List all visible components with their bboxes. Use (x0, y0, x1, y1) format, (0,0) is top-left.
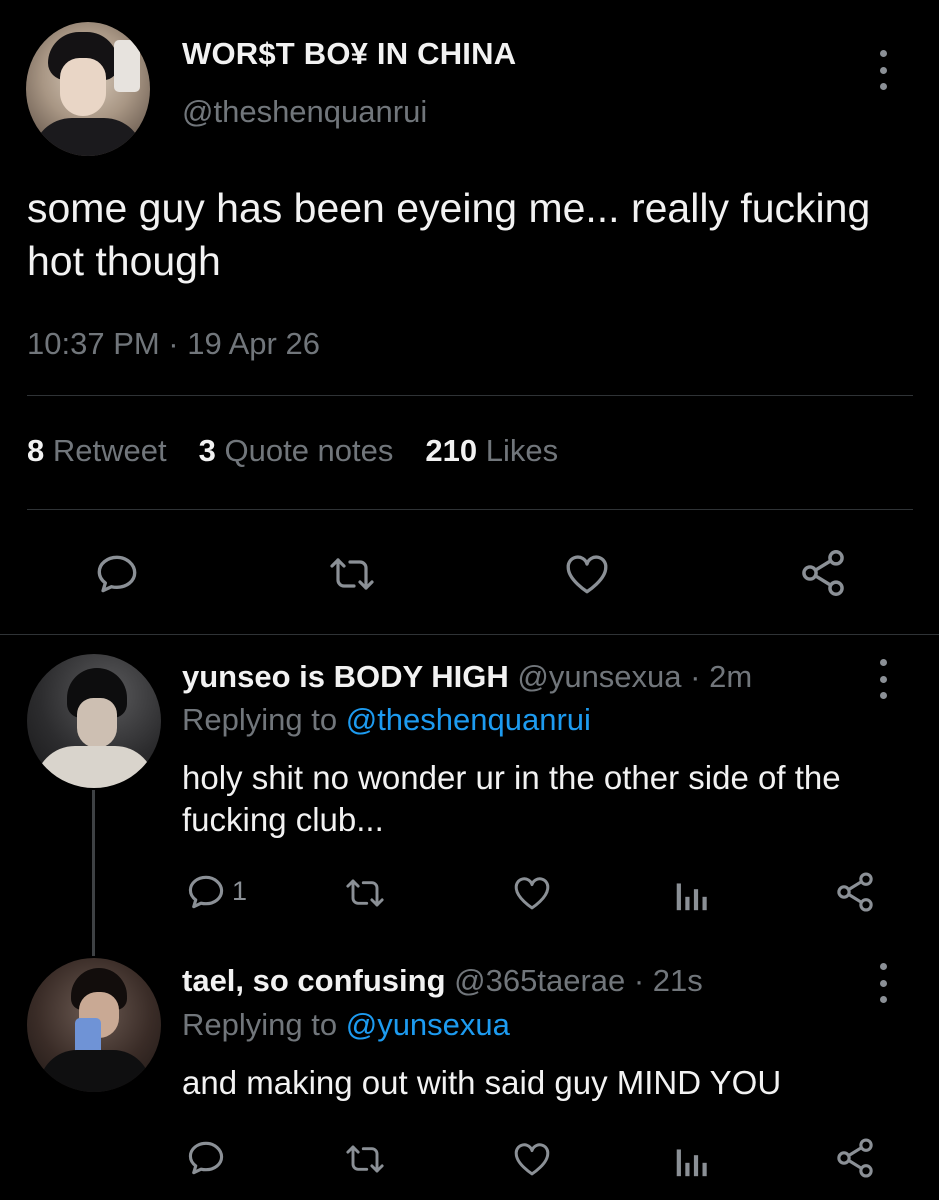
reply-handle-time[interactable]: @365taerae · 21s (454, 963, 703, 998)
likes-label: Likes (485, 433, 559, 468)
divider (27, 509, 913, 510)
retweet-count: 8 (27, 433, 45, 468)
more-options-icon[interactable] (878, 963, 888, 1003)
divider (27, 395, 913, 396)
share-icon[interactable] (833, 1136, 877, 1180)
author-avatar[interactable] (26, 22, 150, 156)
replying-to-label: Replying to (182, 1007, 346, 1042)
reply-text: holy shit no wonder ur in the other side… (182, 759, 841, 838)
replying-to-line: Replying to @theshenquanrui (182, 702, 591, 738)
retweet-label: Retweet (52, 433, 167, 468)
reply-header: tael, so confusing @365taerae · 21s (182, 963, 703, 999)
reply-icon[interactable] (184, 1136, 228, 1180)
retweet-icon[interactable] (341, 1138, 389, 1180)
tweet-timestamp[interactable]: 10:37 PM · 19 Apr 26 (27, 326, 320, 362)
author-display-name[interactable]: WOR$T BO¥ IN CHINA (182, 36, 516, 72)
analytics-icon[interactable] (672, 872, 712, 914)
tweet-text: some guy has been eyeing me... really fu… (27, 185, 871, 284)
share-icon[interactable] (797, 547, 849, 599)
author-handle[interactable]: @theshenquanrui (182, 94, 427, 130)
divider (0, 634, 939, 635)
likes-stat[interactable]: 210 Likes (425, 433, 558, 469)
reply-display-name[interactable]: tael, so confusing (182, 963, 446, 998)
analytics-icon[interactable] (672, 1138, 712, 1180)
reply-icon[interactable] (184, 870, 228, 914)
likes-count: 210 (425, 433, 478, 468)
reply-display-name[interactable]: yunseo is BODY HIGH (182, 659, 509, 694)
reply-count: 1 (232, 876, 248, 906)
like-icon[interactable] (510, 872, 554, 914)
quote-count: 3 (198, 433, 216, 468)
retweet-icon[interactable] (341, 872, 389, 914)
replying-to-label: Replying to (182, 702, 346, 737)
quote-stat[interactable]: 3 Quote notes (199, 433, 394, 469)
quote-label: Quote notes (224, 433, 394, 468)
reply-header: yunseo is BODY HIGH @yunsexua · 2m (182, 659, 752, 695)
reply-avatar[interactable] (27, 654, 161, 788)
reply-handle-time[interactable]: @yunsexua · 2m (517, 659, 752, 694)
retweet-icon[interactable] (324, 549, 380, 599)
retweet-stat[interactable]: 8 Retweet (27, 433, 167, 469)
like-icon[interactable] (561, 549, 613, 599)
tweet-stats: 8 Retweet 3 Quote notes 210 Likes (27, 433, 558, 469)
like-icon[interactable] (510, 1138, 554, 1180)
reply-text: and making out with said guy MIND YOU (182, 1064, 782, 1101)
reply-avatar[interactable] (27, 958, 161, 1092)
reply-icon[interactable] (92, 549, 142, 599)
replying-to-link[interactable]: @yunsexua (346, 1007, 510, 1042)
more-options-icon[interactable] (878, 659, 888, 699)
replying-to-link[interactable]: @theshenquanrui (346, 702, 591, 737)
share-icon[interactable] (833, 870, 877, 914)
thread-connector-line (92, 790, 95, 956)
tweet-detail-page: WOR$T BO¥ IN CHINA @theshenquanrui some … (0, 0, 939, 1200)
replying-to-line: Replying to @yunsexua (182, 1007, 510, 1043)
more-options-icon[interactable] (878, 50, 888, 90)
